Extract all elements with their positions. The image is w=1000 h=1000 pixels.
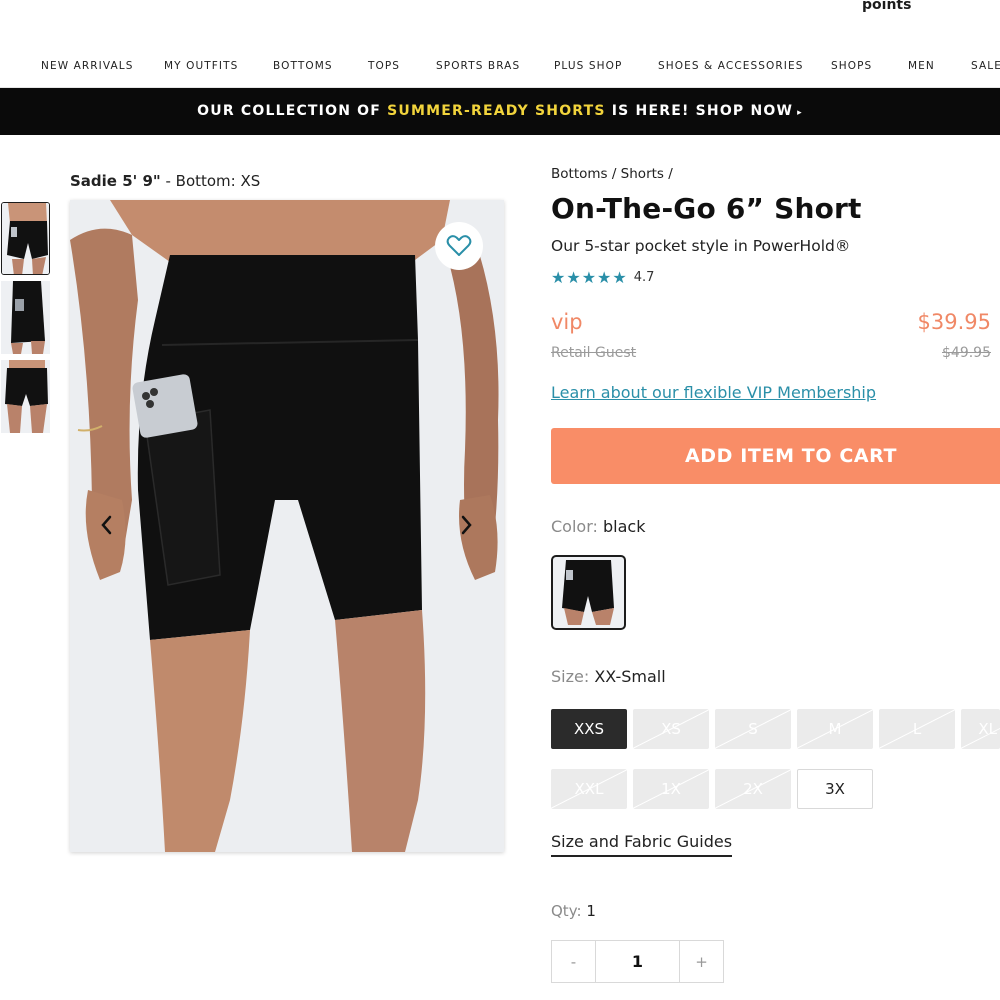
thumbnail-back-image xyxy=(1,360,50,433)
model-name: Sadie 5' 9" xyxy=(70,172,161,190)
heart-icon xyxy=(446,235,472,256)
qty-label: Qty: xyxy=(551,902,582,920)
promo-highlight: SUMMER-READY SHORTS xyxy=(387,103,606,119)
thumbnail-front[interactable] xyxy=(1,202,50,275)
breadcrumb[interactable]: Bottoms / Shorts / xyxy=(551,166,673,182)
color-swatch-black[interactable] xyxy=(551,555,626,630)
chevron-right-icon xyxy=(461,515,472,535)
size-option-xl[interactable]: XL xyxy=(961,709,1000,749)
promo-arrow-icon: ▸ xyxy=(797,108,803,118)
previous-image-button[interactable] xyxy=(94,510,118,540)
thumbnail-back[interactable] xyxy=(1,360,50,433)
product-subtitle: Our 5-star pocket style in PowerHold® xyxy=(551,237,851,255)
size-label: Size: xyxy=(551,667,590,686)
star-rating-icon: ★★★★★ xyxy=(551,268,628,287)
nav-tops[interactable]: TOPS xyxy=(368,60,400,72)
promo-banner[interactable]: OUR COLLECTION OF SUMMER-READY SHORTS IS… xyxy=(0,88,1000,135)
size-option-m[interactable]: M xyxy=(797,709,873,749)
model-size: - Bottom: XS xyxy=(160,172,261,190)
nav-shoes-accessories[interactable]: SHOES & ACCESSORIES xyxy=(658,60,803,72)
qty-value: 1 xyxy=(586,902,596,920)
size-option-xs[interactable]: XS xyxy=(633,709,709,749)
product-title: On-The-Go 6” Short xyxy=(551,192,862,225)
size-option-1x[interactable]: 1X xyxy=(633,769,709,809)
model-info: Sadie 5' 9" - Bottom: XS xyxy=(70,172,260,190)
rewards-points-label[interactable]: points xyxy=(862,0,911,13)
quantity-input[interactable] xyxy=(595,941,680,982)
retail-price: $49.95 xyxy=(942,345,991,361)
swatch-image xyxy=(556,560,621,625)
thumbnail-side[interactable] xyxy=(1,281,50,354)
decrease-quantity-button[interactable]: - xyxy=(552,941,595,982)
main-navigation: NEW ARRIVALS MY OUTFITS BOTTOMS TOPS SPO… xyxy=(0,53,1000,81)
size-option-s[interactable]: S xyxy=(715,709,791,749)
size-selection-label: Size: XX-Small xyxy=(551,667,666,686)
size-option-xxs[interactable]: XXS xyxy=(551,709,627,749)
quantity-stepper: - + xyxy=(551,940,724,983)
color-label: Color: xyxy=(551,517,598,536)
thumbnail-side-image xyxy=(1,281,50,354)
product-photo xyxy=(70,200,504,852)
favorite-button[interactable] xyxy=(435,222,483,270)
nav-bottoms[interactable]: BOTTOMS xyxy=(273,60,333,72)
product-rating[interactable]: ★★★★★ 4.7 xyxy=(551,268,654,287)
size-value: XX-Small xyxy=(594,667,666,686)
color-value: black xyxy=(602,517,646,536)
nav-shops[interactable]: SHOPS xyxy=(831,60,872,72)
rating-value: 4.7 xyxy=(633,270,655,285)
product-main-image[interactable] xyxy=(70,200,504,852)
nav-plus-shop[interactable]: PLUS SHOP xyxy=(554,60,622,72)
add-to-cart-button[interactable]: ADD ITEM TO CART xyxy=(551,428,1000,484)
nav-my-outfits[interactable]: MY OUTFITS xyxy=(164,60,238,72)
promo-text-suffix: IS HERE! SHOP NOW xyxy=(605,103,794,119)
nav-sale[interactable]: SALE xyxy=(971,60,1000,72)
vip-price-label: vip xyxy=(551,310,583,334)
size-option-2x[interactable]: 2X xyxy=(715,769,791,809)
nav-men[interactable]: MEN xyxy=(908,60,935,72)
quantity-label-row: Qty: 1 xyxy=(551,902,596,920)
next-image-button[interactable] xyxy=(455,510,479,540)
nav-sports-bras[interactable]: SPORTS BRAS xyxy=(436,60,520,72)
chevron-left-icon xyxy=(101,515,112,535)
promo-text-prefix: OUR COLLECTION OF xyxy=(197,103,388,119)
retail-price-label: Retail Guest xyxy=(551,345,637,361)
increase-quantity-button[interactable]: + xyxy=(680,941,723,982)
color-selection-label: Color: black xyxy=(551,517,645,536)
thumbnail-front-image xyxy=(2,203,49,274)
size-fabric-guides-link[interactable]: Size and Fabric Guides xyxy=(551,832,733,857)
nav-new-arrivals[interactable]: NEW ARRIVALS xyxy=(41,60,134,72)
size-option-l[interactable]: L xyxy=(879,709,955,749)
size-option-xxl[interactable]: XXL xyxy=(551,769,627,809)
vip-price: $39.95 xyxy=(917,310,991,334)
size-option-3x[interactable]: 3X xyxy=(797,769,873,809)
vip-membership-link[interactable]: Learn about our flexible VIP Membership xyxy=(551,383,876,402)
